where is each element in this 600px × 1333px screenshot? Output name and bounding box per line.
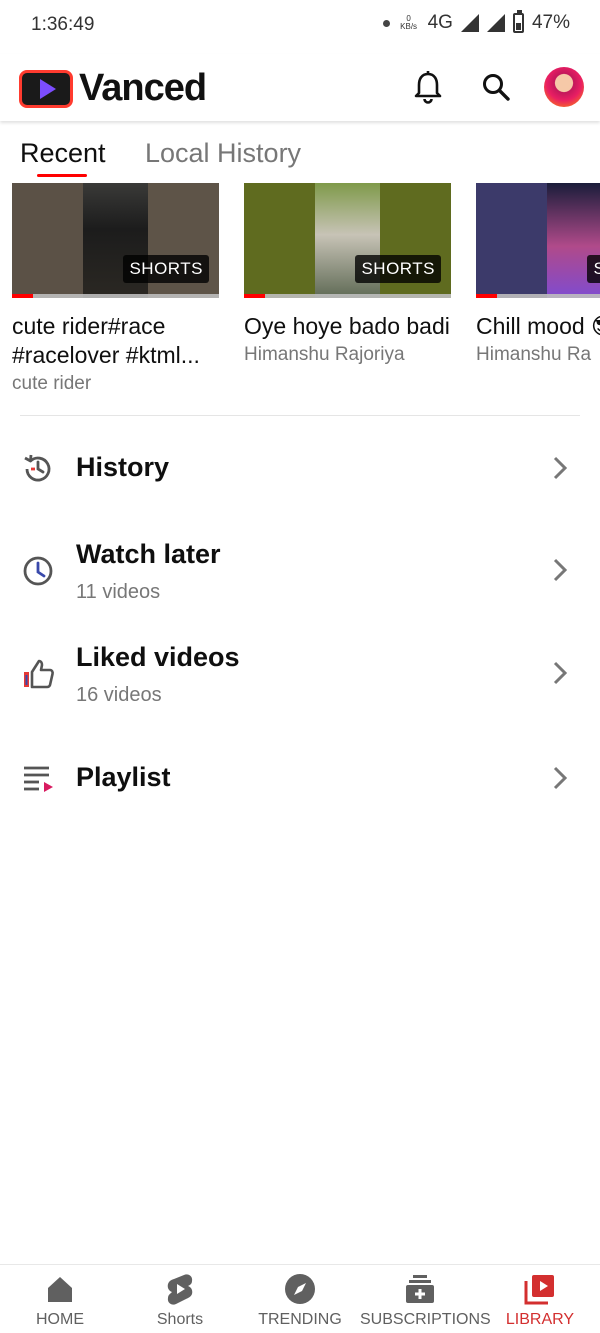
thumbnail-blur-left	[244, 183, 315, 298]
history-icon	[20, 451, 56, 487]
notification-dot-icon	[382, 19, 390, 27]
library-icon	[524, 1273, 556, 1305]
status-time: 1:36:49	[31, 14, 95, 35]
compass-icon	[284, 1273, 316, 1305]
nav-label: Shorts	[156, 1311, 204, 1328]
chevron-right-icon	[550, 763, 570, 793]
shorts-badge: SHORTS	[123, 255, 209, 283]
status-bar: 1:36:49 0 KB/s 4G 47%	[0, 0, 600, 54]
library-item-title: Watch later	[76, 539, 221, 569]
nav-label: HOME	[36, 1311, 84, 1328]
shorts-icon	[164, 1273, 196, 1305]
shorts-badge: SHORTS	[587, 255, 600, 283]
nav-label: SUBSCRIPTIONS	[360, 1311, 491, 1328]
home-icon	[44, 1273, 76, 1305]
thumbs-up-icon	[20, 656, 56, 692]
video-card[interactable]: SHORTS cute rider#race #racelover #ktml.…	[12, 183, 219, 395]
watch-progress-track	[244, 294, 451, 298]
library-item-count: 16 videos	[76, 684, 162, 706]
nav-home[interactable]: HOME	[0, 1265, 120, 1333]
app-name: Vanced	[79, 67, 207, 109]
video-title[interactable]: cute rider#race #racelover #ktml...	[12, 312, 219, 370]
account-avatar[interactable]	[544, 67, 584, 107]
playlist-icon	[20, 760, 56, 796]
net-speed: 0 KB/s	[398, 15, 420, 31]
library-item-liked-videos[interactable]: Liked videos 16 videos	[0, 638, 600, 718]
video-card[interactable]: SHORTS Oye hoye bado badi Himanshu Rajor…	[244, 183, 451, 366]
library-item-watch-later[interactable]: Watch later 11 videos	[0, 535, 600, 615]
video-channel: cute rider	[12, 373, 92, 394]
video-title[interactable]: Chill mood 😎	[476, 312, 600, 341]
battery-percent: 47%	[531, 12, 570, 33]
library-item-playlist[interactable]: Playlist	[0, 750, 600, 810]
chevron-right-icon	[550, 453, 570, 483]
chevron-right-icon	[550, 555, 570, 585]
nav-label: LIBRARY	[505, 1311, 575, 1328]
tab-local-history[interactable]: Local History	[145, 138, 301, 169]
signal-icon	[460, 14, 479, 32]
battery-fill	[515, 23, 521, 30]
subscriptions-icon	[404, 1273, 436, 1305]
watch-progress-fill	[244, 294, 265, 298]
nav-trending[interactable]: TRENDING	[240, 1265, 360, 1333]
video-thumbnail[interactable]: SHORTS	[476, 183, 600, 298]
video-thumbnail[interactable]: SHORTS	[244, 183, 451, 298]
nav-label: TRENDING	[258, 1311, 342, 1328]
video-channel: Himanshu Rajoriya	[244, 344, 405, 365]
thumbnail-blur-left	[476, 183, 547, 298]
clock-icon	[20, 553, 56, 589]
chevron-right-icon	[550, 658, 570, 688]
vanced-logo-icon	[19, 69, 73, 108]
library-item-title: Liked videos	[76, 642, 240, 672]
app-header: Vanced	[0, 54, 600, 121]
nav-shorts[interactable]: Shorts	[120, 1265, 240, 1333]
app-logo[interactable]: Vanced	[19, 67, 207, 110]
active-tab-indicator	[37, 174, 87, 177]
library-item-title: History	[76, 452, 170, 482]
bottom-navigation: HOME Shorts TRENDING SUBSCRIPTIONS LIBRA…	[0, 1264, 600, 1333]
watch-progress-track	[476, 294, 600, 298]
library-item-history[interactable]: History	[0, 440, 600, 500]
nav-subscriptions[interactable]: SUBSCRIPTIONS	[360, 1265, 491, 1333]
video-channel: Himanshu Ra	[476, 344, 592, 365]
screen: 1:36:49 0 KB/s 4G 47% Vanced Recent Loca…	[0, 0, 600, 1333]
battery-icon	[512, 10, 524, 33]
net-speed-unit: KB/s	[400, 22, 418, 31]
network-type: 4G	[427, 12, 453, 33]
nav-library[interactable]: LIBRARY	[480, 1265, 600, 1333]
watch-progress-fill	[12, 294, 33, 298]
notifications-bell-icon[interactable]	[408, 67, 448, 107]
header-actions	[408, 67, 584, 107]
status-indicators: 0 KB/s 4G 47%	[382, 10, 570, 34]
search-icon[interactable]	[476, 67, 516, 107]
section-divider	[20, 415, 580, 416]
library-item-count: 11 videos	[76, 581, 161, 603]
watch-progress-track	[12, 294, 219, 298]
recent-videos-carousel[interactable]: SHORTS cute rider#race #racelover #ktml.…	[12, 183, 600, 408]
tab-recent[interactable]: Recent	[20, 138, 106, 169]
video-thumbnail[interactable]: SHORTS	[12, 183, 219, 298]
library-tabs: Recent Local History	[0, 132, 600, 184]
video-title[interactable]: Oye hoye bado badi	[244, 312, 451, 341]
thumbnail-blur-left	[12, 183, 83, 298]
watch-progress-fill	[476, 294, 497, 298]
shorts-badge: SHORTS	[355, 255, 441, 283]
signal-icon-2	[486, 14, 505, 32]
library-item-title: Playlist	[76, 762, 171, 792]
video-card[interactable]: SHORTS Chill mood 😎 Himanshu Ra	[476, 183, 600, 366]
